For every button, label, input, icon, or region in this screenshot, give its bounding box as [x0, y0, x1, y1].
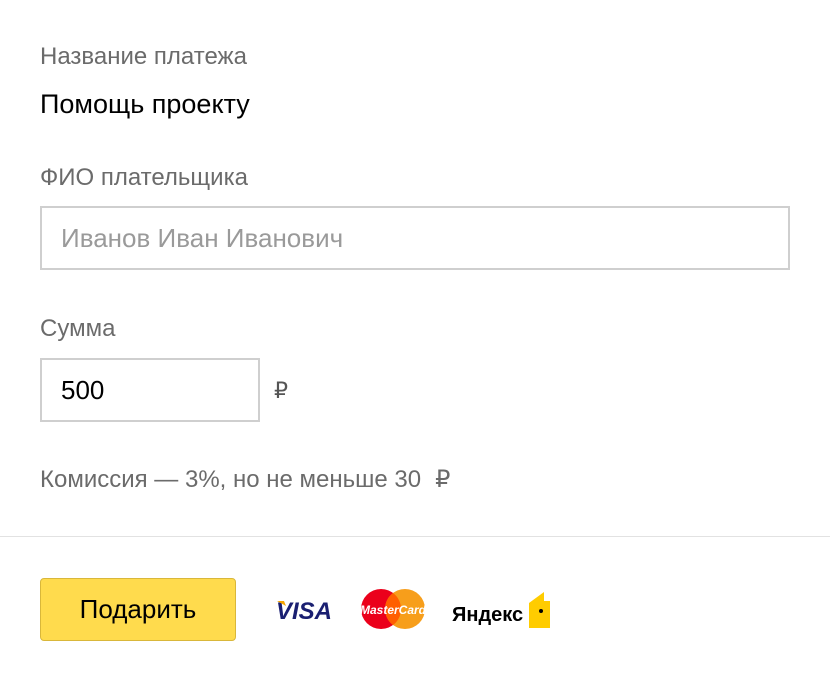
- visa-logo-icon: VISA: [276, 598, 332, 624]
- yandex-logo-text: Яндекс: [452, 604, 523, 626]
- currency-sign: ₽: [274, 378, 288, 403]
- payer-name-label: ФИО плательщика: [40, 164, 248, 191]
- payer-name-input[interactable]: [40, 206, 790, 270]
- amount-input[interactable]: [40, 358, 260, 422]
- mastercard-logo-icon: MasterCard: [360, 589, 426, 629]
- payment-name-value: Помощь проекту: [40, 89, 250, 119]
- commission-note: Комиссия — 3%, но не меньше 30 ₽: [40, 468, 450, 492]
- commission-currency-sign: ₽: [435, 466, 451, 493]
- amount-label: Сумма: [40, 315, 116, 342]
- visa-logo-text: VISA: [276, 598, 332, 624]
- donate-button[interactable]: Подарить: [40, 578, 236, 641]
- commission-text: Комиссия — 3%, но не меньше 30: [40, 466, 422, 493]
- donation-form: Название платежа Помощь проекту ФИО плат…: [0, 0, 830, 682]
- divider: [0, 536, 830, 537]
- yandex-money-logo-icon: Яндекс: [452, 592, 550, 628]
- mastercard-logo-text: MasterCard: [360, 603, 426, 617]
- payment-name-label: Название платежа: [40, 43, 247, 70]
